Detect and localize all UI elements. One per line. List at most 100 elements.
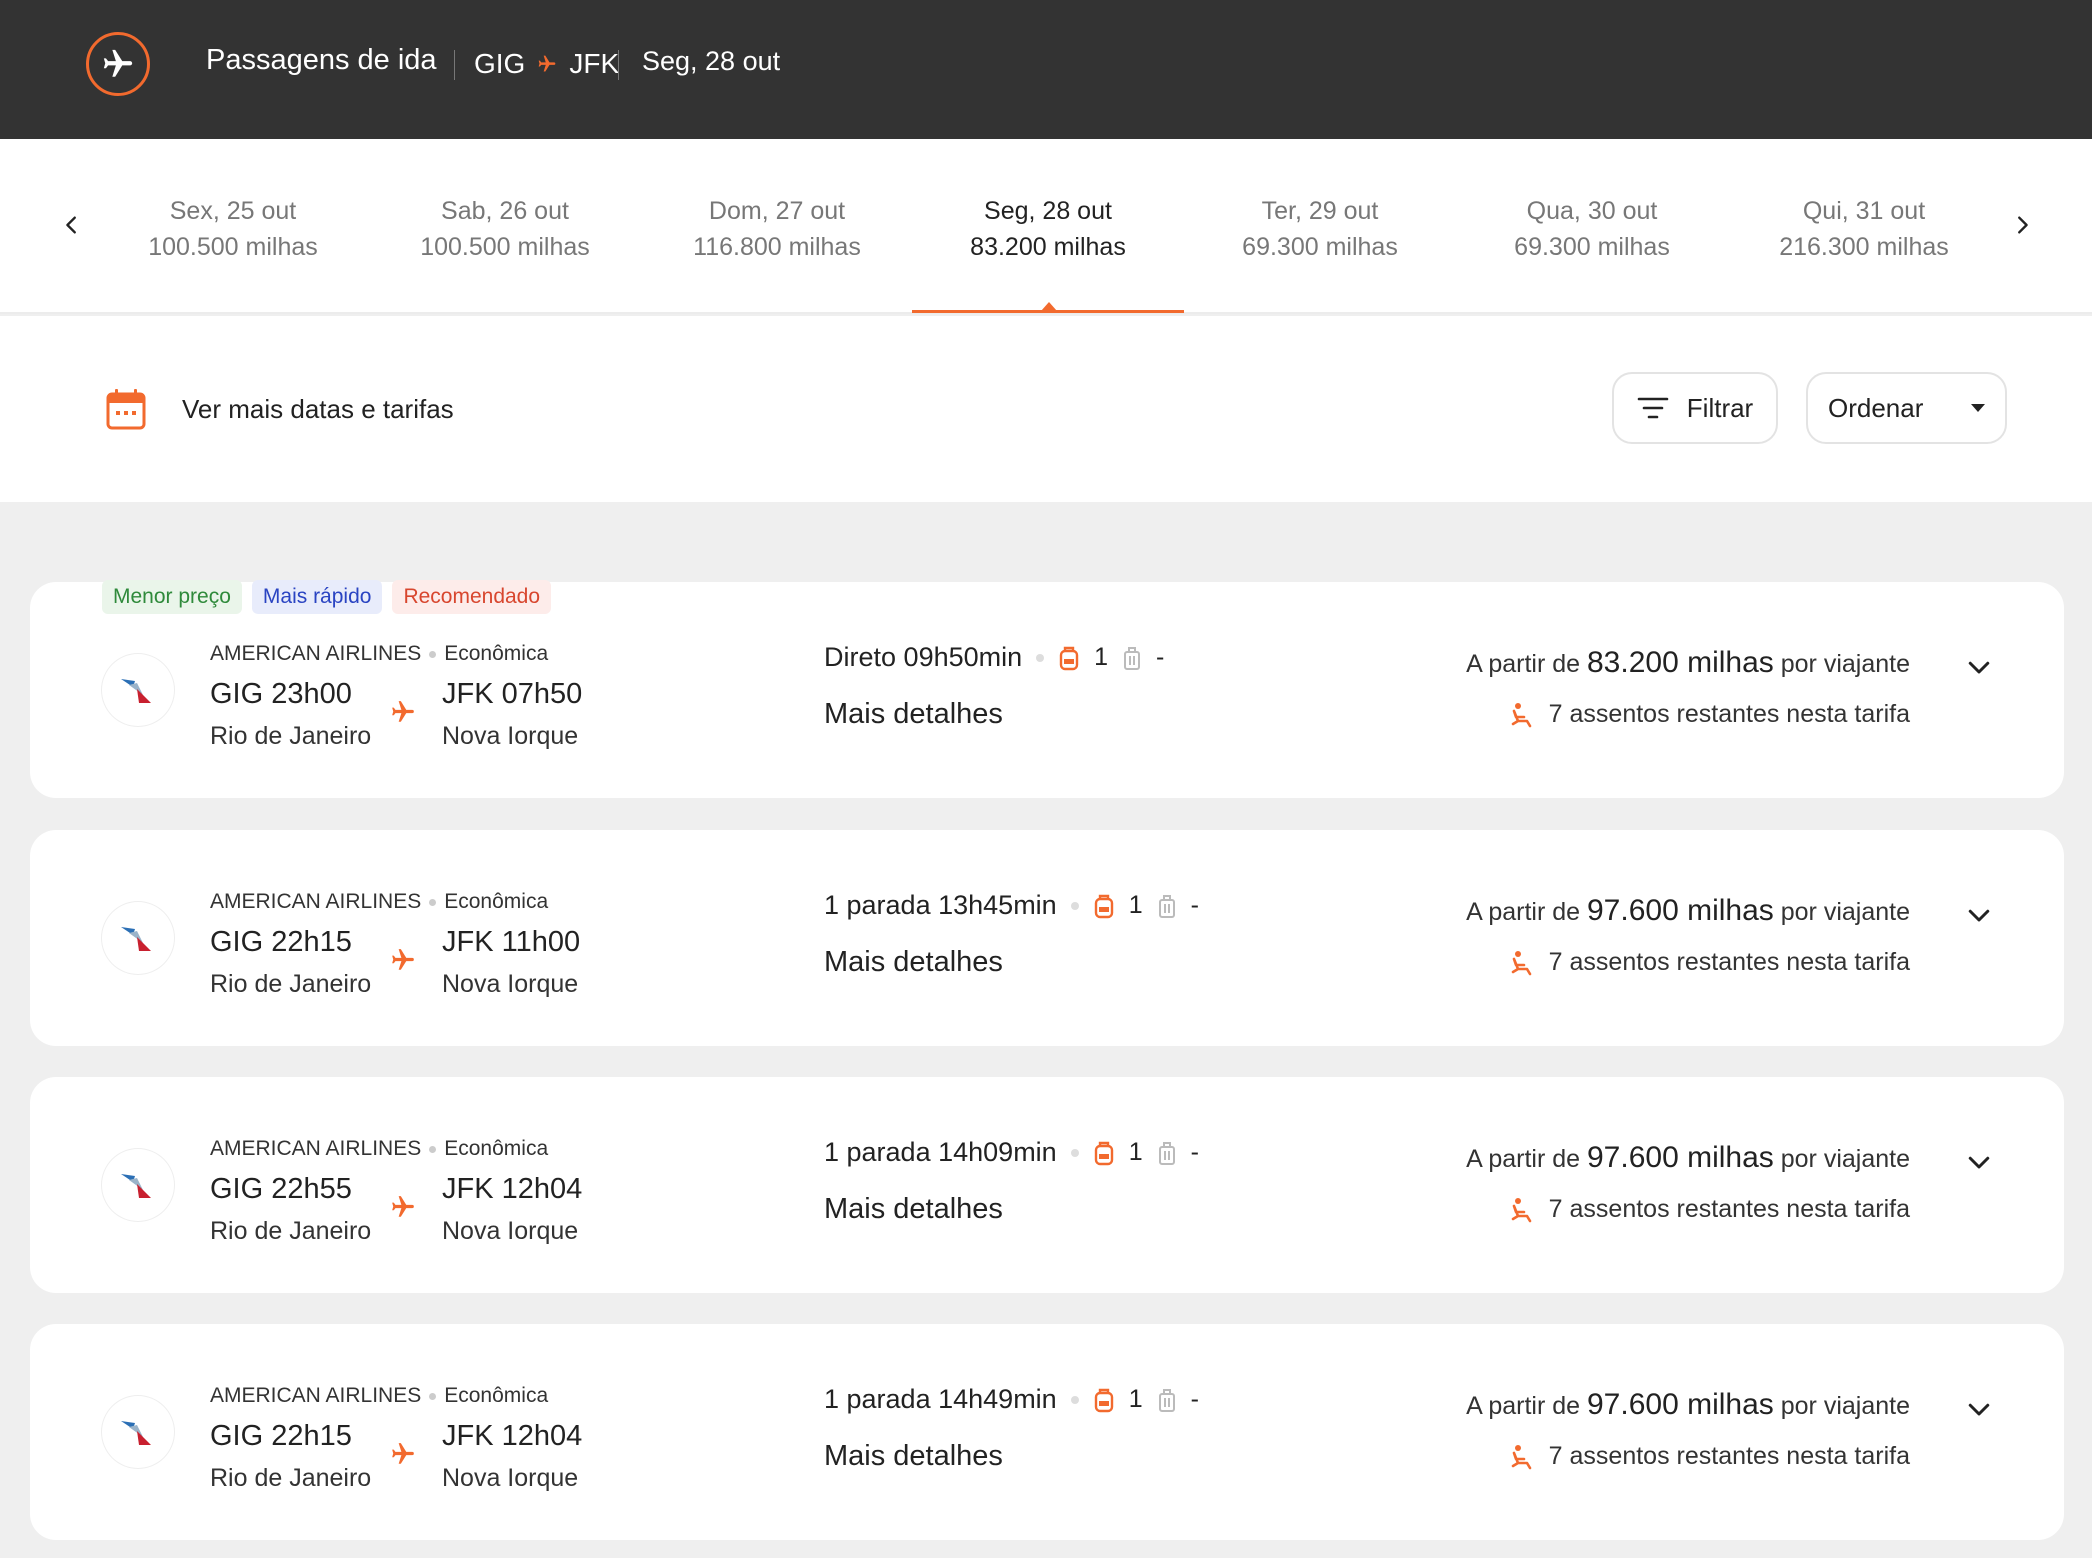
departure-city: Rio de Janeiro — [210, 970, 372, 998]
date-miles: 69.300 milhas — [1514, 233, 1670, 261]
selected-date-caret — [1041, 302, 1057, 311]
flight-card[interactable]: AMERICAN AIRLINES Econômica GIG 22h15 Ri… — [30, 830, 2064, 1046]
date-option[interactable]: Qua, 30 out 69.300 milhas — [1456, 193, 1728, 265]
arrival-time: JFK 11h00 — [442, 926, 581, 958]
separator-dot — [1070, 901, 1079, 910]
luggage-icon — [1158, 894, 1175, 918]
seats-remaining: 7 assentos restantes nesta tarifa — [1509, 1442, 1910, 1471]
airline-name: AMERICAN AIRLINES — [210, 890, 422, 913]
departure-city: Rio de Janeiro — [210, 1217, 372, 1245]
backpack-icon — [1094, 1388, 1113, 1412]
airline-name: AMERICAN AIRLINES — [210, 1137, 422, 1160]
departure-time: GIG 22h15 — [210, 1420, 352, 1452]
header-date: Seg, 28 out — [642, 46, 781, 76]
flight-card[interactable]: Menor preço Mais rápido Recomendado AMERIC… — [30, 580, 2064, 798]
cabin-class: Econômica — [444, 1137, 549, 1160]
duration-label: 14h09min — [938, 1137, 1057, 1167]
date-option-selected[interactable]: Seg, 28 out 83.200 milhas — [912, 193, 1184, 265]
destination-code: JFK — [569, 48, 620, 79]
date-option[interactable]: Sab, 26 out 100.500 milhas — [369, 193, 641, 265]
cabin-class: Econômica — [444, 642, 549, 665]
seats-remaining: 7 assentos restantes nesta tarifa — [1509, 948, 1910, 977]
date-label: Qua, 30 out — [1526, 197, 1658, 225]
date-option[interactable]: Dom, 27 out 116.800 milhas — [641, 193, 913, 265]
airline-info: AMERICAN AIRLINES Econômica — [210, 1137, 548, 1161]
chevron-down-icon[interactable] — [1964, 900, 1994, 930]
tag-badge: Recomendado — [392, 580, 552, 614]
departure-time: GIG 22h55 — [210, 1173, 352, 1205]
departure-time: GIG 22h15 — [210, 926, 352, 958]
more-details-link[interactable]: Mais detalhes — [824, 1440, 1003, 1473]
price-prefix: A partir de — [1466, 1392, 1581, 1420]
duration-label: 14h49min — [938, 1384, 1057, 1414]
airline-logo — [102, 902, 174, 974]
chevron-down-icon[interactable] — [1964, 1147, 1994, 1177]
date-label: Qui, 31 out — [1802, 197, 1926, 225]
arrival-time: JFK 07h50 — [442, 678, 583, 710]
arrival-city: Nova Iorque — [442, 1464, 579, 1492]
cabin-class: Econômica — [444, 1384, 549, 1407]
flight-card[interactable]: AMERICAN AIRLINES Econômica GIG 22h55 Ri… — [30, 1077, 2064, 1293]
top-bar: Passagens de ida GIG JFK Seg, 28 out — [0, 0, 2092, 139]
calendar-icon[interactable] — [106, 388, 146, 430]
filter-label: Filtrar — [1686, 392, 1754, 423]
chevron-down-icon[interactable] — [1964, 652, 1994, 682]
separator-dot — [1036, 653, 1045, 662]
tag-badge: Menor preço — [102, 580, 242, 614]
date-label: Sex, 25 out — [169, 197, 297, 225]
airline-name: AMERICAN AIRLINES — [210, 1384, 422, 1407]
checked-bag-count: - — [1190, 1138, 1199, 1166]
luggage-icon — [1158, 1388, 1175, 1412]
airline-info: AMERICAN AIRLINES Econômica — [210, 642, 548, 666]
departure-city: Rio de Janeiro — [210, 1464, 372, 1492]
date-option[interactable]: Qui, 31 out 216.300 milhas — [1728, 193, 2000, 265]
more-details-link[interactable]: Mais detalhes — [824, 698, 1003, 731]
date-option[interactable]: Sex, 25 out 100.500 milhas — [97, 193, 369, 265]
separator-dot — [429, 1145, 437, 1153]
date-miles: 116.800 milhas — [693, 233, 861, 261]
order-label: Ordenar — [1828, 392, 1924, 423]
date-label: Ter, 29 out — [1261, 197, 1379, 225]
tag-badge: Mais rápido — [251, 580, 383, 614]
date-option[interactable]: Ter, 29 out 69.300 milhas — [1184, 193, 1456, 265]
date-miles: 83.200 milhas — [970, 233, 1126, 261]
duration-label: 09h50min — [903, 642, 1023, 672]
price-miles: 97.600 milhas — [1587, 1141, 1774, 1174]
more-details-link[interactable]: Mais detalhes — [824, 1193, 1003, 1226]
airline-logo — [102, 1149, 174, 1221]
filter-button[interactable]: Filtrar — [1612, 372, 1778, 444]
chevron-right-icon[interactable] — [2002, 205, 2042, 245]
seats-label: 7 assentos restantes nesta tarifa — [1548, 1195, 1910, 1223]
seat-icon — [1511, 1197, 1531, 1222]
arrival-city: Nova Iorque — [442, 970, 579, 998]
chevron-down-icon[interactable] — [1964, 1394, 1994, 1424]
chevron-left-icon[interactable] — [52, 205, 92, 245]
price-miles: 97.600 milhas — [1587, 894, 1774, 927]
separator-dot — [429, 898, 437, 906]
filter-icon — [1637, 397, 1669, 419]
airline-name: AMERICAN AIRLINES — [210, 642, 422, 665]
price-miles: 83.200 milhas — [1587, 646, 1774, 679]
caret-down-icon — [1971, 404, 1985, 412]
more-dates-link[interactable]: Ver mais datas e tarifas — [182, 394, 454, 425]
price: A partir de 97.600 milhas por viajante — [1466, 1141, 1910, 1175]
origin-code: GIG — [474, 48, 526, 79]
arrival-time: JFK 12h04 — [442, 1173, 583, 1205]
more-details-link[interactable]: Mais detalhes — [824, 946, 1003, 979]
airplane-icon — [390, 1194, 418, 1222]
checked-bag-count: - — [1190, 1385, 1199, 1413]
carry-on-count: 1 — [1128, 891, 1143, 919]
carry-on-count: 1 — [1094, 643, 1109, 671]
airline-info: AMERICAN AIRLINES Econômica — [210, 890, 548, 914]
airplane-icon — [390, 947, 418, 975]
checked-bag-count: - — [1190, 891, 1199, 919]
flight-card[interactable]: AMERICAN AIRLINES Econômica GIG 22h15 Ri… — [30, 1324, 2064, 1540]
separator-dot — [429, 650, 437, 658]
order-dropdown[interactable]: Ordenar — [1806, 372, 2007, 444]
arrival-time: JFK 12h04 — [442, 1420, 583, 1452]
flight-duration: 1 parada 14h09min 1 - — [824, 1137, 1199, 1168]
flight-tags: Menor preço Mais rápido Recomendado — [102, 580, 552, 614]
airplane-icon — [390, 1441, 418, 1469]
toolbar: Ver mais datas e tarifas Filtrar Ordenar — [0, 316, 2092, 502]
date-label: Seg, 28 out — [984, 197, 1112, 225]
